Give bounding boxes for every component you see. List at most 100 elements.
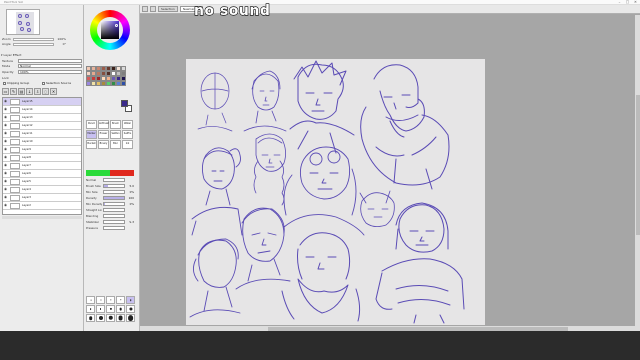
brush-setting-slider[interactable] — [103, 183, 125, 188]
visibility-eye-icon[interactable]: ◉ — [3, 187, 8, 192]
texture-select[interactable] — [18, 58, 82, 63]
visibility-eye-icon[interactable]: ◉ — [3, 171, 8, 176]
brush-size-preset[interactable] — [86, 305, 95, 313]
canvas-tab[interactable] — [150, 6, 156, 12]
visibility-eye-icon[interactable]: ◉ — [3, 179, 8, 184]
layer-effect-header[interactable]: ▾ Layer Effect — [1, 53, 83, 57]
layer-row[interactable]: ◉ Layer6 — [3, 170, 81, 178]
layer-row[interactable]: ◉ Layer10 — [3, 138, 81, 146]
tool-button[interactable]: Marker — [86, 130, 97, 139]
tool-button[interactable]: Brush — [110, 120, 121, 129]
fg-bg-colors[interactable] — [121, 100, 133, 114]
tool-button[interactable]: AirBrush — [98, 120, 109, 129]
layer-row[interactable]: ◉ Layer7 — [3, 162, 81, 170]
visibility-eye-icon[interactable]: ◉ — [3, 147, 8, 152]
tool-button[interactable]: Ink — [122, 140, 133, 149]
tool-button[interactable]: Water — [122, 120, 133, 129]
visibility-eye-icon[interactable]: ◉ — [3, 115, 8, 120]
opacity-slider[interactable]: 100% — [18, 69, 82, 74]
clipping-group-checkbox[interactable]: Clipping Group — [3, 81, 29, 85]
brush-setting-slider[interactable] — [103, 213, 125, 218]
brush-setting-slider[interactable] — [103, 189, 125, 194]
mode-select[interactable]: Normal — [18, 63, 82, 68]
tool-button[interactable]: SelPen — [110, 130, 121, 139]
brush-size-preset[interactable] — [86, 314, 95, 322]
visibility-eye-icon[interactable]: ◉ — [3, 155, 8, 160]
layer-row[interactable]: ◉ Layer11 — [3, 130, 81, 138]
layer-list-scrollbar[interactable] — [2, 216, 82, 219]
maximize-icon[interactable]: □ — [625, 0, 630, 4]
brush-size-preset[interactable] — [116, 296, 125, 304]
brush-size-preset[interactable] — [116, 314, 125, 322]
drawing-canvas[interactable] — [186, 59, 485, 325]
brush-setting-rows: Normal Brush Size 5.0 Min Size 0% Density 100 M… — [86, 177, 134, 230]
close-icon[interactable]: ✕ — [633, 0, 638, 4]
tool-button[interactable]: Eraser — [98, 130, 109, 139]
selection-source-checkbox[interactable]: Selection Source — [42, 81, 71, 85]
layer-row[interactable]: ◉ Layer5 — [3, 178, 81, 186]
brush-size-preset[interactable] — [106, 314, 115, 322]
transfer-down-icon[interactable]: ↓ — [26, 88, 33, 95]
visibility-eye-icon[interactable]: ◉ — [3, 195, 8, 200]
brush-size-preset[interactable] — [86, 296, 95, 304]
brush-size-preset[interactable] — [126, 314, 135, 322]
layer-row[interactable]: ◉ Layer3 — [3, 194, 81, 202]
tool-button[interactable]: Blur — [110, 140, 121, 149]
new-folder-icon[interactable]: ▤ — [18, 88, 25, 95]
layer-row[interactable]: ◉ Layer15 — [3, 98, 81, 106]
brush-size-preset[interactable] — [96, 305, 105, 313]
tool-button[interactable]: Bucket — [86, 140, 97, 149]
color-wheel[interactable] — [90, 10, 130, 50]
color-picker-cursor[interactable] — [115, 24, 118, 27]
brush-size-preset[interactable] — [116, 305, 125, 313]
visibility-eye-icon[interactable]: ◉ — [3, 99, 8, 104]
brush-mode-bar[interactable] — [86, 170, 134, 176]
zoom-slider[interactable] — [12, 37, 54, 41]
visibility-eye-icon[interactable]: ◉ — [3, 163, 8, 168]
tool-button[interactable]: Pencil — [86, 120, 97, 129]
new-linework-icon[interactable]: ✎ — [10, 88, 17, 95]
canvas-tab[interactable] — [142, 6, 148, 12]
layer-row[interactable]: ◉ Layer14 — [3, 106, 81, 114]
brush-size-preset[interactable] — [96, 296, 105, 304]
layer-row[interactable]: ◉ Layer13 — [3, 114, 81, 122]
foreground-color-swatch[interactable] — [121, 100, 128, 107]
clear-layer-icon[interactable]: ◌ — [42, 88, 49, 95]
angle-slider[interactable] — [12, 42, 54, 46]
brush-size-preset[interactable] — [106, 296, 115, 304]
layer-row[interactable]: ◉ Layer4 — [3, 186, 81, 194]
brush-setting-slider[interactable] — [103, 201, 125, 206]
brush-size-preset[interactable] — [106, 305, 115, 313]
brush-setting-slider[interactable] — [103, 219, 125, 224]
brush-mode-green[interactable] — [86, 170, 110, 176]
delete-layer-icon[interactable]: ✕ — [50, 88, 57, 95]
brush-setting-slider[interactable] — [103, 195, 125, 200]
layer-row[interactable]: ◉ Layer2 — [3, 202, 81, 210]
layer-row[interactable]: ◉ Layer8 — [3, 154, 81, 162]
horizontal-scroll-thumb[interactable] — [268, 326, 568, 331]
canvas-vertical-scrollbar[interactable] — [635, 15, 640, 331]
color-swatch[interactable] — [121, 81, 126, 86]
canvas-tab[interactable]: Selection — [158, 6, 178, 12]
brush-size-preset[interactable] — [126, 305, 135, 313]
merge-down-icon[interactable]: ⇩ — [34, 88, 41, 95]
brush-setting-slider[interactable] — [103, 225, 125, 230]
tool-button[interactable]: SelErs — [122, 130, 133, 139]
visibility-eye-icon[interactable]: ◉ — [3, 139, 8, 144]
tool-button[interactable]: Binary — [98, 140, 109, 149]
brush-size-preset[interactable] — [126, 296, 135, 304]
visibility-eye-icon[interactable]: ◉ — [3, 123, 8, 128]
minimize-icon[interactable]: – — [617, 0, 622, 4]
layer-row[interactable]: ◉ Layer9 — [3, 146, 81, 154]
new-layer-icon[interactable]: ▭ — [2, 88, 9, 95]
brush-setting-slider[interactable] — [103, 207, 125, 212]
vertical-scroll-thumb[interactable] — [635, 95, 640, 235]
brush-setting-slider[interactable] — [103, 177, 125, 182]
layer-row[interactable]: ◉ Layer12 — [3, 122, 81, 130]
visibility-eye-icon[interactable]: ◉ — [3, 203, 8, 208]
brush-mode-red[interactable] — [110, 170, 134, 176]
visibility-eye-icon[interactable]: ◉ — [3, 131, 8, 136]
visibility-eye-icon[interactable]: ◉ — [3, 107, 8, 112]
navigator-preview[interactable] — [6, 9, 40, 35]
brush-size-preset[interactable] — [96, 314, 105, 322]
